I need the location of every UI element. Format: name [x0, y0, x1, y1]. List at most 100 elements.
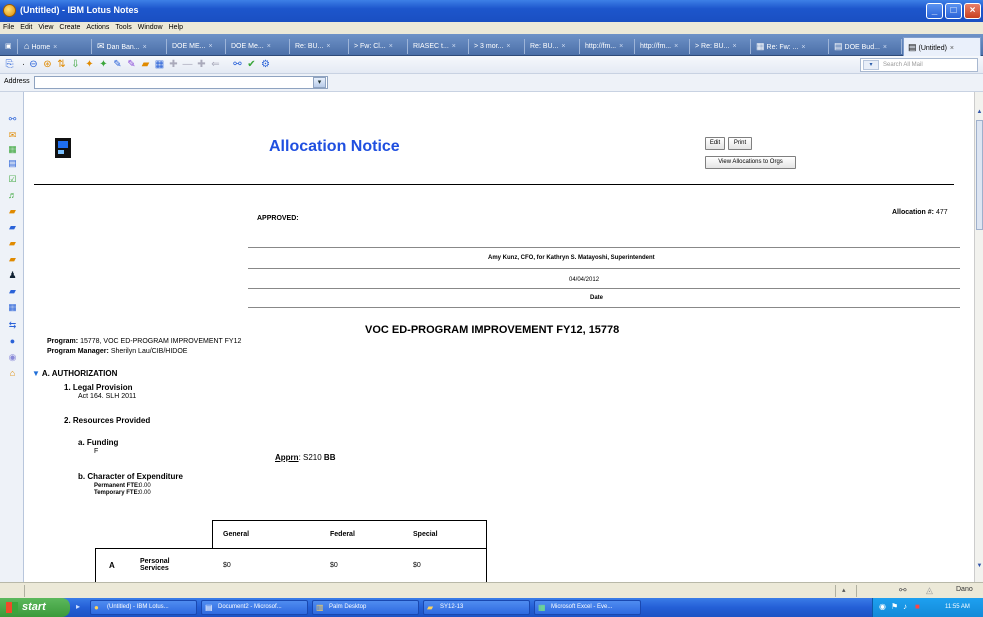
prev-icon[interactable]: ✚ — [168, 59, 179, 70]
close-icon[interactable]: × — [801, 44, 805, 51]
menu-view[interactable]: View — [35, 23, 56, 32]
help-icon[interactable]: ◉ — [7, 352, 18, 363]
volume-icon[interactable]: ♪ — [903, 602, 907, 611]
tab-re-fw[interactable]: ▦ Re: Fw: ... × — [752, 39, 829, 54]
task-word[interactable]: ▤ Document2 - Microsof... — [201, 600, 308, 615]
scroll-down-icon[interactable]: ▼ — [976, 562, 983, 570]
edit-button[interactable]: Edit — [705, 137, 725, 150]
folder-icon[interactable]: ▰ — [7, 206, 18, 217]
tab-re-bu-2[interactable]: Re: BU... × — [526, 39, 580, 54]
folder-icon[interactable]: ▰ — [140, 59, 151, 70]
next-icon[interactable]: ✚ — [196, 59, 207, 70]
vertical-scrollbar[interactable]: ▲ ▼ — [974, 92, 983, 582]
close-icon[interactable]: × — [452, 43, 456, 50]
alert-icon[interactable]: ■ — [915, 602, 920, 611]
close-icon[interactable]: × — [326, 43, 330, 50]
section-a-toggle[interactable]: ▼ A. AUTHORIZATION — [32, 369, 117, 378]
maximize-button[interactable]: □ — [945, 3, 962, 19]
tab-doe-me-2[interactable]: DOE Me... × — [227, 39, 290, 54]
close-button[interactable]: × — [964, 3, 981, 19]
close-icon[interactable]: × — [619, 43, 623, 50]
tab-untitled[interactable]: ▤ (Untitled) × — [903, 37, 981, 56]
online-status-icon[interactable]: ⚯ — [899, 585, 907, 596]
print-button[interactable]: Print — [728, 137, 752, 150]
calendar-icon[interactable]: ▦ — [7, 302, 18, 313]
tab-re-bu-3[interactable]: > Re: BU... × — [691, 39, 751, 54]
scroll-thumb[interactable] — [976, 120, 983, 230]
contacts-icon[interactable]: ▤ — [7, 158, 18, 169]
menu-file[interactable]: File — [0, 23, 17, 32]
tab-home[interactable]: ⌂ Home × — [20, 39, 92, 54]
start-button[interactable]: start — [0, 598, 70, 617]
menu-edit[interactable]: Edit — [17, 23, 35, 32]
close-icon[interactable]: × — [506, 43, 510, 50]
upload-icon[interactable]: ⇩ — [70, 59, 81, 70]
close-icon[interactable]: × — [143, 44, 147, 51]
close-icon[interactable]: × — [389, 43, 393, 50]
arrow-up-icon[interactable]: ✦ — [84, 59, 95, 70]
security-icon[interactable]: ⚑ — [891, 602, 898, 611]
binoculars-icon[interactable]: ⚯ — [232, 59, 243, 70]
network-icon[interactable]: ◉ — [879, 602, 886, 611]
search-input[interactable]: ▾ Search All Mail — [860, 58, 978, 72]
person-icon[interactable]: ♟ — [7, 270, 18, 281]
tab-http-2[interactable]: http://fm... × — [636, 39, 690, 54]
calendar-icon[interactable]: ▦ — [7, 144, 18, 155]
folder-icon[interactable]: ▰ — [7, 254, 18, 265]
menu-tools[interactable]: Tools — [112, 23, 134, 32]
close-icon[interactable]: × — [674, 43, 678, 50]
replication-icon[interactable]: ⇆ — [7, 320, 18, 331]
tab-http-1[interactable]: http://fm... × — [581, 39, 635, 54]
menu-window[interactable]: Window — [135, 23, 166, 32]
minimize-button[interactable]: _ — [926, 3, 943, 19]
signal-icon[interactable]: ◬ — [926, 585, 933, 596]
sametime-icon[interactable]: ♬ — [7, 190, 18, 201]
close-icon[interactable]: × — [732, 43, 736, 50]
menu-help[interactable]: Help — [166, 23, 186, 32]
twistie-icon[interactable]: ▼ — [32, 369, 42, 378]
tab-doe-me-1[interactable]: DOE ME... × — [168, 39, 226, 54]
quick-launch-icon[interactable]: ▸ — [76, 602, 80, 611]
chevron-down-icon[interactable]: ▾ — [313, 77, 326, 88]
task-palm-desktop[interactable]: ▥ Palm Desktop — [312, 600, 419, 615]
task-excel[interactable]: ▦ Microsoft Excel - Eve... — [534, 600, 641, 615]
view-icon[interactable]: ▦ — [154, 59, 165, 70]
tab-riasec[interactable]: RIASEC t... × — [409, 39, 469, 54]
tab-doe-bud[interactable]: ▤ DOE Bud... × — [830, 39, 902, 54]
location-user[interactable]: Dano — [956, 586, 973, 593]
scroll-arrow-icon[interactable]: ▴ — [842, 586, 846, 594]
tab-re-bu-1[interactable]: Re: BU... × — [291, 39, 349, 54]
clock[interactable]: 11:55 AM — [945, 604, 970, 610]
close-icon[interactable]: × — [208, 43, 212, 50]
forward-icon[interactable]: ⊛ — [42, 59, 53, 70]
close-icon[interactable]: × — [53, 44, 57, 51]
open-list-icon[interactable]: ▣ — [2, 39, 18, 54]
home-icon[interactable]: ⌂ — [7, 368, 18, 379]
binoculars-icon[interactable]: ⚯ — [7, 114, 18, 125]
workspace-icon[interactable]: ▰ — [7, 222, 18, 233]
menu-actions[interactable]: Actions — [83, 23, 112, 32]
folder-icon[interactable]: ▰ — [7, 286, 18, 297]
edit-icon[interactable]: ✎ — [112, 59, 123, 70]
tab-dan-ban[interactable]: ✉ Dan Ban... × — [93, 39, 167, 54]
close-icon[interactable]: × — [883, 44, 887, 51]
close-icon[interactable]: × — [561, 43, 565, 50]
task-folder[interactable]: ▰ SY12-13 — [423, 600, 530, 615]
globe-icon[interactable]: ● — [7, 336, 18, 347]
search-scope-icon[interactable]: ▾ — [863, 60, 879, 70]
folder-icon[interactable]: ▰ — [7, 238, 18, 249]
skip-icon[interactable]: ⇐ — [210, 59, 221, 70]
view-allocations-button[interactable]: View Allocations to Orgs — [705, 156, 796, 169]
menu-create[interactable]: Create — [56, 23, 83, 32]
minus-icon[interactable]: — — [182, 59, 193, 70]
tab-3-more[interactable]: > 3 mor... × — [470, 39, 525, 54]
tools-icon[interactable]: ⚙ — [260, 59, 271, 70]
arrow-down-icon[interactable]: ✦ — [98, 59, 109, 70]
close-icon[interactable]: × — [950, 45, 954, 52]
refresh-icon[interactable]: ⇅ — [56, 59, 67, 70]
task-lotus-notes[interactable]: ● (Untitled) - IBM Lotus... — [90, 600, 197, 615]
tab-fw-cl[interactable]: > Fw: Cl... × — [350, 39, 408, 54]
new-icon[interactable]: ⎘ — [4, 59, 15, 70]
close-icon[interactable]: × — [267, 43, 271, 50]
mark-icon[interactable]: ✎ — [126, 59, 137, 70]
